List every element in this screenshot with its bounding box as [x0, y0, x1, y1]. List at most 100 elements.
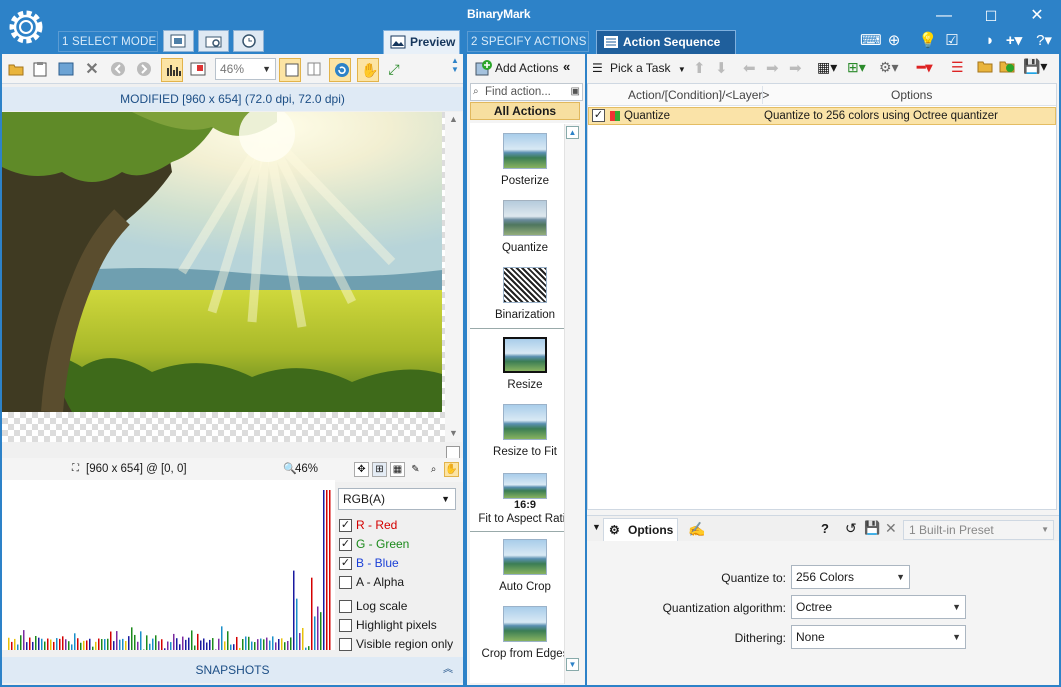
help-icon[interactable]: ?: [821, 521, 829, 536]
dithering-value: None: [796, 630, 825, 644]
close-icon[interactable]: ✕: [1027, 6, 1047, 26]
snapshots-bar[interactable]: SNAPSHOTS ︽: [2, 657, 463, 683]
histogram-bar: [104, 639, 106, 650]
channel-blue-checkbox[interactable]: ✓ B - Blue: [338, 554, 460, 573]
histogram-bar: [113, 641, 115, 650]
checkbox-box: [339, 576, 352, 589]
save-icon[interactable]: 💾▾: [1023, 58, 1047, 75]
column-options[interactable]: Options: [891, 88, 932, 102]
histogram-bar: [179, 644, 181, 650]
load-sequence-icon[interactable]: [999, 59, 1015, 76]
options-collapse-icon[interactable]: ▼: [592, 522, 601, 532]
mode-folder-icon[interactable]: [198, 30, 229, 52]
single-view-icon[interactable]: [279, 58, 301, 82]
lightbulb-icon[interactable]: 💡: [918, 32, 938, 50]
toolbar-scroll-icon[interactable]: ▲ ▼: [451, 56, 459, 74]
zoom-select[interactable]: 46% ▼: [215, 58, 276, 80]
move-icon[interactable]: ✥: [354, 462, 369, 477]
clipboard-icon[interactable]: [29, 58, 51, 80]
reset-icon[interactable]: ↺: [845, 520, 857, 537]
visible-region-checkbox[interactable]: Visible region only: [338, 635, 460, 654]
histogram-bar: [275, 642, 277, 650]
channel-select[interactable]: RGB(A) ▼: [338, 488, 456, 510]
back-icon[interactable]: [107, 58, 129, 80]
open-sequence-icon[interactable]: [977, 59, 993, 76]
maximize-icon[interactable]: ☐: [981, 6, 1001, 26]
channel-alpha-checkbox[interactable]: A - Alpha: [338, 573, 460, 592]
hand-icon[interactable]: ✋: [444, 462, 459, 477]
eyedropper-icon[interactable]: ✎: [408, 462, 423, 477]
mode-images-icon[interactable]: [163, 30, 194, 52]
delete-icon[interactable]: ✕: [81, 58, 103, 80]
scroll-down-icon[interactable]: ▼: [449, 428, 458, 438]
view-options-icon[interactable]: ▦▾: [817, 59, 837, 76]
move-down-icon[interactable]: ⬇: [715, 59, 728, 77]
save-preset-icon[interactable]: 💾: [864, 520, 880, 536]
compare-icon[interactable]: [187, 58, 209, 80]
pick-task-button[interactable]: ☰ Pick a Task ▼: [592, 60, 686, 78]
select-mode-step[interactable]: 1 SELECT MODE: [58, 31, 158, 52]
add-actions-button[interactable]: Add Actions: [475, 60, 558, 78]
add-layer-icon[interactable]: ⚙▾: [879, 59, 899, 76]
forward-icon[interactable]: [133, 58, 155, 80]
search-options-icon[interactable]: ▣: [571, 84, 580, 100]
tab-action-sequence[interactable]: Action Sequence (1): [596, 30, 736, 71]
console-icon[interactable]: ⌨: [860, 32, 882, 50]
tab-preview[interactable]: Preview: [383, 30, 460, 54]
open-folder-icon[interactable]: [5, 58, 27, 80]
row-checkbox[interactable]: ✓: [592, 109, 605, 122]
quantize-to-select[interactable]: 256 Colors ▼: [791, 565, 910, 589]
minimize-icon[interactable]: —: [934, 6, 954, 26]
add-icon[interactable]: +▾: [1004, 32, 1024, 50]
auto-refresh-icon[interactable]: [329, 58, 351, 82]
channel-green-checkbox[interactable]: ✓ G - Green: [338, 535, 460, 554]
fit-icon[interactable]: ⊞: [372, 462, 387, 477]
move-end-icon[interactable]: ➡: [789, 59, 802, 77]
clear-all-icon[interactable]: ☰: [951, 59, 964, 76]
image-icon[interactable]: [55, 58, 77, 80]
mode-clock-icon[interactable]: [233, 30, 264, 52]
histogram-bar: [116, 631, 118, 650]
preview-vertical-scrollbar[interactable]: ▲ ▼: [445, 112, 462, 442]
move-left-icon[interactable]: ⬅: [743, 59, 756, 77]
table-row[interactable]: ✓ Quantize Quantize to 256 colors using …: [588, 107, 1056, 125]
tab-notes[interactable]: ✍: [682, 518, 712, 542]
task-list-icon: ☰: [592, 61, 603, 75]
fit-arrows-icon[interactable]: ⤢: [383, 58, 405, 80]
preset-select[interactable]: 1 Built-in Preset ▼: [903, 520, 1054, 540]
collapse-left-icon[interactable]: «: [563, 59, 570, 74]
checklist-icon[interactable]: ☑: [942, 32, 962, 50]
histogram-bar: [11, 641, 13, 650]
specify-actions-step[interactable]: 2 SPECIFY ACTIONS: [467, 31, 589, 52]
actions-scrollbar[interactable]: ▲ ▼: [564, 124, 580, 684]
highlight-pixels-checkbox[interactable]: Highlight pixels: [338, 616, 460, 635]
log-scale-checkbox[interactable]: Log scale: [338, 597, 460, 616]
all-actions-header[interactable]: All Actions: [470, 102, 580, 120]
rss-icon[interactable]: ◗: [980, 32, 1000, 50]
checker-icon[interactable]: ▦: [390, 462, 405, 477]
tab-options[interactable]: ⚙ Options: [603, 518, 678, 542]
channel-red-checkbox[interactable]: ✓ R - Red: [338, 516, 460, 535]
scroll-up-icon[interactable]: ▲: [449, 114, 458, 124]
algorithm-select[interactable]: Octree ▼: [791, 595, 966, 619]
column-action[interactable]: Action/[Condition]/<Layer>: [628, 88, 769, 102]
globe-icon[interactable]: ⊕: [884, 32, 904, 50]
scroll-down-icon[interactable]: ▼: [566, 658, 579, 671]
remove-icon[interactable]: ━▾: [917, 59, 932, 76]
find-action-input[interactable]: ⌕ Find action... ▣: [470, 83, 583, 101]
histogram-bar: [230, 644, 232, 650]
scroll-up-icon[interactable]: ▲: [566, 126, 579, 139]
pan-hand-icon[interactable]: ✋: [357, 58, 379, 82]
add-condition-icon[interactable]: ⊞▾: [847, 59, 866, 76]
move-right-icon[interactable]: ➡: [766, 59, 779, 77]
dithering-select[interactable]: None ▼: [791, 625, 966, 649]
settings-gear-icon[interactable]: [5, 6, 47, 48]
preview-image-area[interactable]: [2, 112, 445, 442]
histogram-toggle-icon[interactable]: [161, 58, 183, 82]
move-up-icon[interactable]: ⬆: [693, 59, 706, 77]
delete-preset-icon[interactable]: ✕: [885, 520, 897, 537]
magnifier-icon[interactable]: ⌕: [426, 462, 441, 477]
collapse-up-icon[interactable]: ︽: [443, 657, 453, 683]
help-icon[interactable]: ?▾: [1034, 32, 1054, 50]
split-view-icon[interactable]: [303, 58, 325, 80]
